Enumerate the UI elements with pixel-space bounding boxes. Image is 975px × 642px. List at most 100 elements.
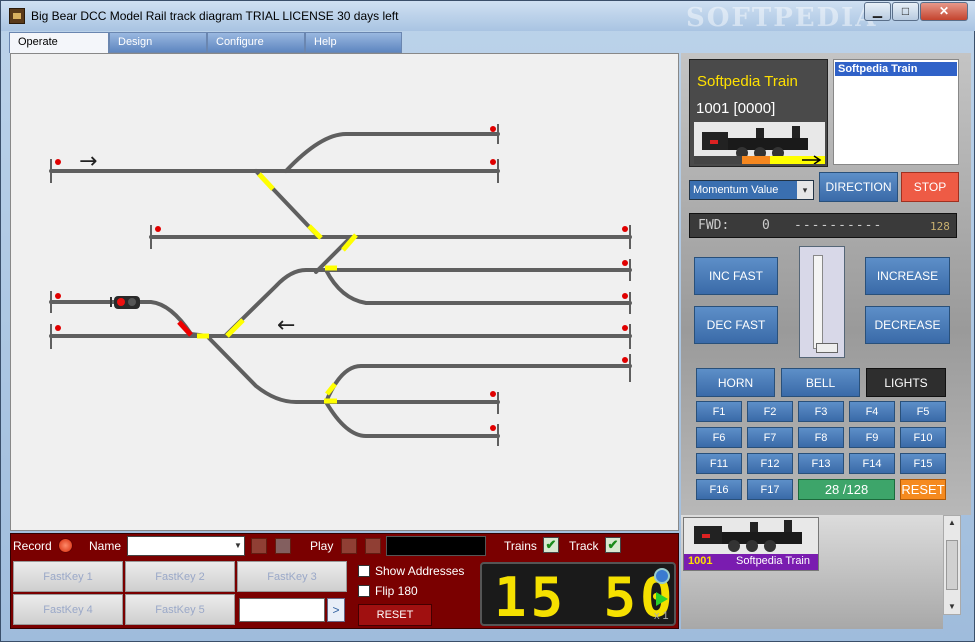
name-input[interactable]: ▼ [127,536,245,556]
scroll-up-icon[interactable]: ▲ [946,518,958,528]
bell-button[interactable]: BELL [781,368,860,397]
flip-checkbox[interactable] [358,585,370,597]
fastkey-button[interactable]: FastKey 3 [237,561,347,592]
direction-arrow-icon: ← [277,313,295,338]
play-icon[interactable] [341,538,357,554]
track-diagram[interactable]: → ← [10,53,679,531]
roster-card[interactable]: 1001 Softpedia Train [683,517,819,571]
window-title: Big Bear DCC Model Rail track diagram TR… [31,9,399,23]
function-key-f6[interactable]: F6 [696,427,742,448]
delete-icon[interactable] [275,538,291,554]
function-key-f17[interactable]: F17 [747,479,793,500]
function-key-f10[interactable]: F10 [900,427,946,448]
endpoint-dot [55,293,61,299]
track-segment [205,334,328,404]
save-icon[interactable] [251,538,267,554]
clock-time: 15 50 [494,566,677,629]
horn-button[interactable]: HORN [696,368,775,397]
function-key-f8[interactable]: F8 [798,427,844,448]
fastkey-button[interactable]: FastKey 1 [13,561,123,592]
train-list[interactable]: Softpedia Train [833,59,959,165]
function-key-f11[interactable]: F11 [696,453,742,474]
fastkey-button[interactable]: FastKey 5 [125,594,235,625]
slider-track[interactable] [813,255,838,353]
close-button[interactable]: ✕ [920,2,968,21]
record-label: Record [13,539,52,553]
inc-fast-button[interactable]: INC FAST [694,257,778,295]
switch-route-active[interactable] [225,318,245,338]
endpoint-dot [622,226,628,232]
function-key-f1[interactable]: F1 [696,401,742,422]
play-icon[interactable] [656,592,668,606]
speed-value: 0 [762,218,770,233]
increase-button[interactable]: INCREASE [865,257,950,295]
function-key-f15[interactable]: F15 [900,453,946,474]
direction-button[interactable]: DIRECTION [819,172,898,202]
momentum-value: Momentum Value [693,184,779,196]
lights-button[interactable]: LIGHTS [866,368,946,397]
stop-button[interactable]: STOP [901,172,959,202]
function-key-f5[interactable]: F5 [900,401,946,422]
speed-bar: ---------- [794,218,883,233]
trains-check-icon[interactable]: ✔ [543,537,559,553]
fastkey-button[interactable]: FastKey 4 [13,594,123,625]
function-key-f7[interactable]: F7 [747,427,793,448]
signal-icon[interactable] [110,296,140,309]
tab-help[interactable]: Help [305,32,402,53]
decrease-button[interactable]: DECREASE [865,306,950,344]
slider-thumb[interactable] [816,343,838,353]
tab-configure[interactable]: Configure [207,32,305,53]
switch-route-active[interactable] [257,172,275,191]
reset-clock-button[interactable]: RESET [358,604,432,626]
loco-display: Softpedia Train 1001 [0000] [689,59,828,167]
title-bar: Big Bear DCC Model Rail track diagram TR… [1,1,975,33]
track-segment [284,132,500,173]
dec-fast-button[interactable]: DEC FAST [694,306,778,344]
endpoint-dot [622,293,628,299]
throttle-slider[interactable] [799,246,845,358]
tab-operate[interactable]: Operate [9,32,109,53]
locomotive-image [694,520,802,552]
gear-icon[interactable] [654,568,670,584]
maximize-button[interactable]: □ [892,2,919,21]
function-key-f12[interactable]: F12 [747,453,793,474]
record-button[interactable] [58,538,73,553]
fastkey-button[interactable]: FastKey 2 [125,561,235,592]
scroll-down-icon[interactable]: ▼ [946,602,958,612]
tab-design[interactable]: Design [109,32,207,53]
fastkey-input[interactable] [239,598,325,622]
direction-arrow-icon: → [79,149,97,174]
watermark-text: SOFTPEDIA [686,3,878,33]
function-key-f4[interactable]: F4 [849,401,895,422]
function-key-f13[interactable]: F13 [798,453,844,474]
train-list-item[interactable]: Softpedia Train [835,62,957,76]
show-addresses-checkbox[interactable] [358,565,370,577]
fastkey-go-button[interactable]: > [327,598,345,622]
function-key-f14[interactable]: F14 [849,453,895,474]
function-key-f3[interactable]: F3 [798,401,844,422]
roster-number: 1001 [688,555,713,567]
track-check-icon[interactable]: ✔ [605,537,621,553]
reset-function-button[interactable]: RESET [900,479,946,500]
train-roster: 1001 Softpedia Train [681,515,943,629]
momentum-select[interactable]: Momentum Value ▾ [689,180,814,200]
roster-scrollbar[interactable]: ▲ ▼ [943,515,961,615]
function-key-f9[interactable]: F9 [849,427,895,448]
locomotive-image [694,122,825,165]
endpoint-dot [490,159,496,165]
endpoint-dot [490,126,496,132]
track-segment [324,268,632,305]
scroll-thumb[interactable] [946,540,958,590]
function-key-f16[interactable]: F16 [696,479,742,500]
chevron-down-icon[interactable]: ▼ [232,537,244,555]
pause-icon[interactable] [365,538,381,554]
speed-step-button[interactable]: 28 /128 [798,479,895,500]
switch-route-active[interactable] [325,382,337,396]
track-layout[interactable]: → ← [11,54,678,530]
chevron-down-icon[interactable]: ▾ [797,181,813,199]
minimize-button[interactable]: ▁ [864,2,891,21]
playback-display [386,536,486,556]
function-key-f2[interactable]: F2 [747,401,793,422]
loco-name: Softpedia Train [697,73,798,90]
track-segment [324,364,632,404]
